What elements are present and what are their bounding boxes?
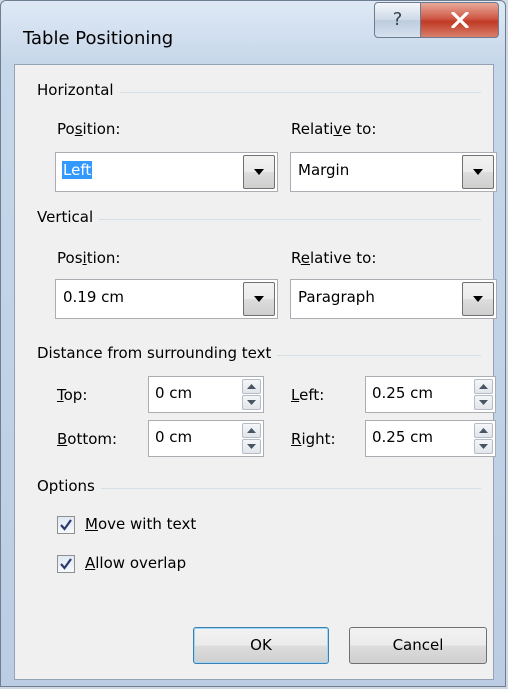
chevron-down-icon — [254, 169, 264, 175]
title-bar[interactable]: Table Positioning ? — [1, 1, 505, 61]
horizontal-relative-label: Relative to: — [291, 120, 376, 138]
access-key: R — [291, 430, 302, 448]
dropdown-button[interactable] — [243, 155, 275, 189]
label-text: Pos — [57, 249, 83, 267]
label-text: R — [291, 249, 301, 267]
checkmark-icon — [60, 558, 72, 570]
bottom-distance-label: Bottom: — [57, 430, 117, 448]
dropdown-button[interactable] — [243, 282, 275, 316]
triangle-down-icon — [479, 444, 488, 449]
access-key: s — [74, 120, 83, 138]
triangle-up-icon — [479, 428, 488, 433]
spin-down-button[interactable] — [242, 395, 261, 410]
label-text: ove with text — [97, 515, 197, 533]
section-divider — [55, 219, 481, 220]
ok-button[interactable]: OK — [193, 627, 329, 664]
vertical-position-label: Position: — [57, 249, 120, 267]
spinner-value: 0.25 cm — [372, 384, 434, 402]
triangle-up-icon — [247, 428, 256, 433]
access-key: A — [85, 554, 96, 572]
spinner-arrows — [474, 423, 493, 454]
spin-up-button[interactable] — [242, 379, 261, 394]
allow-overlap-checkbox[interactable] — [57, 555, 75, 573]
access-key: v — [333, 120, 343, 138]
spinner-value: 0.25 cm — [372, 428, 434, 446]
horizontal-position-combo[interactable]: Left — [55, 152, 278, 192]
label-text: lative to: — [309, 249, 377, 267]
spinner-arrows — [474, 379, 493, 410]
spin-up-button[interactable] — [474, 423, 493, 438]
access-key: M — [85, 515, 98, 533]
horizontal-relative-combo[interactable]: Margin — [290, 152, 497, 192]
move-with-text-checkbox[interactable] — [57, 516, 75, 534]
label-text: ight: — [301, 430, 336, 448]
left-distance-label: Left: — [291, 386, 324, 404]
horizontal-position-label: Position: — [57, 120, 121, 138]
top-distance-spinner[interactable]: 0 cm — [148, 376, 264, 413]
bottom-distance-spinner[interactable]: 0 cm — [148, 420, 264, 457]
combo-value: 0.19 cm — [63, 288, 125, 306]
vertical-relative-label: Relative to: — [291, 249, 376, 267]
section-vertical-label: Vertical — [37, 208, 100, 226]
triangle-up-icon — [247, 384, 256, 389]
dropdown-button[interactable] — [462, 282, 494, 316]
chevron-down-icon — [473, 296, 483, 302]
spinner-value: 0 cm — [155, 428, 193, 446]
label-text: llow overlap — [95, 554, 187, 572]
spin-down-button[interactable] — [242, 439, 261, 454]
dropdown-button[interactable] — [462, 155, 494, 189]
label-text: Relati — [291, 120, 334, 138]
allow-overlap-label[interactable]: Allow overlap — [85, 554, 186, 572]
cancel-button[interactable]: Cancel — [349, 627, 487, 664]
label-text: eft: — [299, 386, 325, 404]
triangle-up-icon — [479, 384, 488, 389]
vertical-position-combo[interactable]: 0.19 cm — [55, 279, 278, 319]
move-with-text-label[interactable]: Move with text — [85, 515, 196, 533]
spin-up-button[interactable] — [474, 379, 493, 394]
help-icon: ? — [392, 9, 403, 30]
label-text: tion: — [86, 249, 121, 267]
section-options-label: Options — [37, 477, 101, 495]
triangle-down-icon — [247, 444, 256, 449]
access-key: e — [300, 249, 310, 267]
right-distance-label: Right: — [291, 430, 336, 448]
triangle-down-icon — [247, 400, 256, 405]
label-text: e to: — [342, 120, 377, 138]
combo-value: Paragraph — [298, 288, 375, 306]
spin-down-button[interactable] — [474, 395, 493, 410]
checkmark-icon — [60, 519, 72, 531]
help-button[interactable]: ? — [374, 2, 421, 38]
section-distance-label: Distance from surrounding text — [37, 344, 278, 362]
dialog-title: Table Positioning — [23, 28, 174, 49]
access-key: T — [57, 386, 64, 404]
left-distance-spinner[interactable]: 0.25 cm — [365, 376, 496, 413]
spin-up-button[interactable] — [242, 423, 261, 438]
combo-value: Margin — [298, 161, 350, 179]
chevron-down-icon — [254, 296, 264, 302]
label-text: Po — [57, 120, 75, 138]
dialog-body: Horizontal Position: Relative to: Left M… — [14, 64, 497, 680]
close-icon — [451, 12, 469, 28]
vertical-relative-combo[interactable]: Paragraph — [290, 279, 497, 319]
spinner-arrows — [242, 379, 261, 410]
spin-down-button[interactable] — [474, 439, 493, 454]
combo-value: Left — [62, 161, 93, 179]
triangle-down-icon — [479, 400, 488, 405]
label-text: op: — [63, 386, 88, 404]
right-distance-spinner[interactable]: 0.25 cm — [365, 420, 496, 457]
dialog-window: Table Positioning ? Horizontal Position:… — [0, 0, 506, 687]
close-button[interactable] — [421, 2, 499, 38]
section-divider — [55, 488, 481, 489]
chevron-down-icon — [473, 169, 483, 175]
access-key: L — [291, 386, 300, 404]
access-key: B — [57, 430, 68, 448]
label-text: ition: — [82, 120, 121, 138]
top-distance-label: Top: — [57, 386, 87, 404]
label-text: ottom: — [67, 430, 118, 448]
spinner-arrows — [242, 423, 261, 454]
section-horizontal-label: Horizontal — [37, 81, 120, 99]
spinner-value: 0 cm — [155, 384, 193, 402]
